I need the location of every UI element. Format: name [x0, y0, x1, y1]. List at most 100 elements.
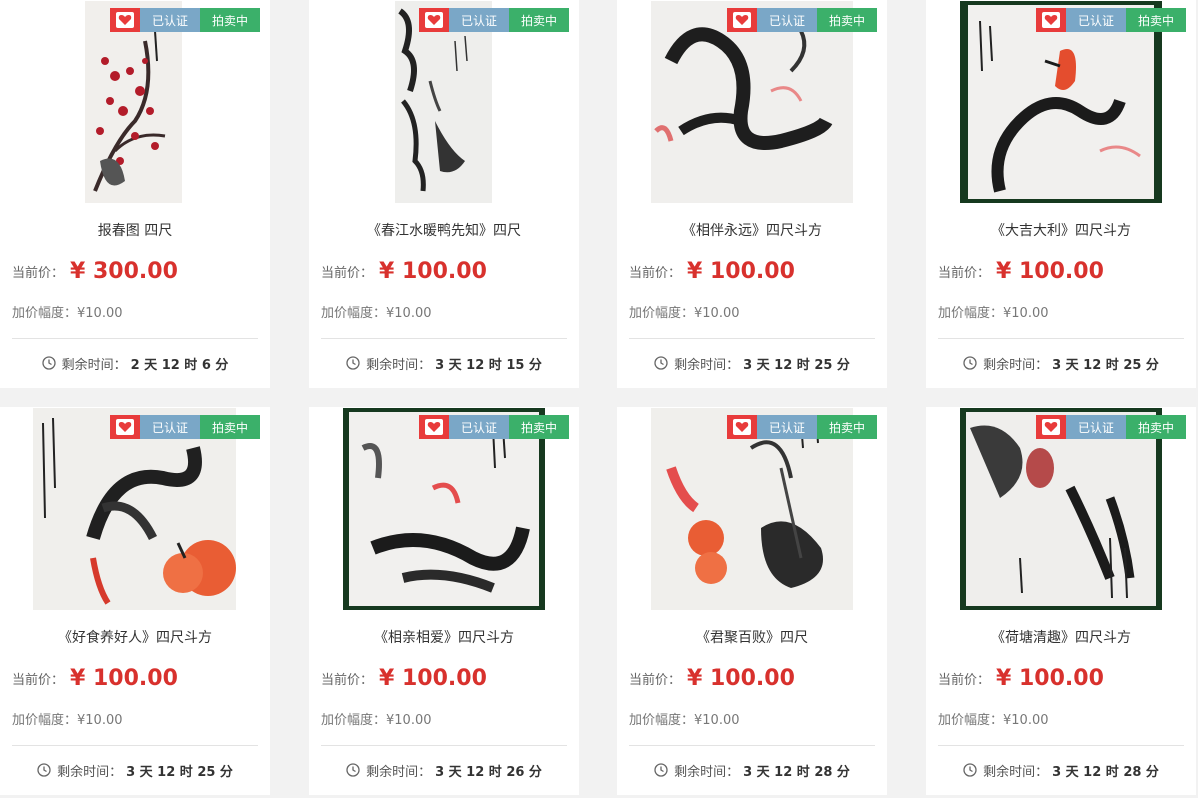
current-price: ¥ 100.00: [687, 258, 795, 284]
heart-icon[interactable]: [1036, 8, 1066, 32]
artwork-image-area[interactable]: 已认证 拍卖中: [0, 0, 270, 204]
divider: [321, 745, 567, 746]
badge-group: 已认证 拍卖中: [727, 415, 877, 439]
time-left-label: 剩余时间：: [61, 357, 127, 373]
artwork-image-area[interactable]: 已认证 拍卖中: [617, 407, 887, 611]
artwork-image-area[interactable]: 已认证 拍卖中: [617, 0, 887, 204]
current-price: ¥ 100.00: [70, 665, 178, 691]
certified-badge: 已认证: [1066, 415, 1126, 439]
time-left-value: 3 天 12 时 25 分: [1052, 357, 1159, 373]
time-left-row: 剩余时间： 2 天 12 时 6 分: [0, 353, 270, 373]
time-left-row: 剩余时间： 3 天 12 时 28 分: [926, 760, 1196, 780]
time-left-value: 3 天 12 时 25 分: [126, 764, 233, 780]
price-label: 当前价：: [629, 672, 682, 688]
time-left-label: 剩余时间：: [366, 764, 432, 780]
artwork-title[interactable]: 报春图 四尺: [0, 220, 270, 240]
clock-icon: [37, 763, 51, 777]
increment-label: 加价幅度：: [12, 713, 78, 728]
heart-icon[interactable]: [727, 415, 757, 439]
artwork-title[interactable]: 《相伴永远》四尺斗方: [617, 220, 887, 240]
auction-card[interactable]: 已认证 拍卖中 《好食养好人》四尺斗方 当前价： ¥ 100.00 加价幅度：¥…: [0, 407, 270, 795]
auctioning-badge: 拍卖中: [200, 415, 260, 439]
heart-icon[interactable]: [1036, 415, 1066, 439]
time-left-row: 剩余时间： 3 天 12 时 28 分: [617, 760, 887, 780]
auction-card[interactable]: 已认证 拍卖中 《相亲相爱》四尺斗方 当前价： ¥ 100.00 加价幅度：¥1…: [309, 407, 579, 795]
auction-card[interactable]: 已认证 拍卖中 《春江水暖鸭先知》四尺 当前价： ¥ 100.00 加价幅度：¥…: [309, 0, 579, 388]
divider: [12, 338, 258, 339]
clock-icon: [963, 763, 977, 777]
auction-card[interactable]: 已认证 拍卖中 《荷塘清趣》四尺斗方 当前价： ¥ 100.00 加价幅度：¥1…: [926, 407, 1196, 795]
current-price: ¥ 100.00: [687, 665, 795, 691]
heart-icon[interactable]: [110, 8, 140, 32]
increment-row: 加价幅度：¥10.00: [321, 709, 432, 728]
artwork-title[interactable]: 《春江水暖鸭先知》四尺: [309, 220, 579, 240]
price-label: 当前价：: [321, 672, 374, 688]
clock-icon: [654, 763, 668, 777]
artwork-image-area[interactable]: 已认证 拍卖中: [926, 407, 1196, 611]
price-label: 当前价：: [938, 672, 991, 688]
price-row: 当前价： ¥ 100.00: [629, 663, 795, 693]
auctioning-badge: 拍卖中: [509, 415, 569, 439]
current-price: ¥ 100.00: [379, 258, 487, 284]
increment-label: 加价幅度：: [321, 306, 387, 321]
auctioning-badge: 拍卖中: [817, 415, 877, 439]
time-left-value: 3 天 12 时 28 分: [743, 764, 850, 780]
increment-value: ¥10.00: [77, 713, 123, 728]
badge-group: 已认证 拍卖中: [1036, 415, 1186, 439]
heart-icon[interactable]: [727, 8, 757, 32]
certified-badge: 已认证: [757, 8, 817, 32]
auctioning-badge: 拍卖中: [200, 8, 260, 32]
certified-badge: 已认证: [140, 8, 200, 32]
auction-card[interactable]: 已认证 拍卖中 《君聚百败》四尺 当前价： ¥ 100.00 加价幅度：¥10.…: [617, 407, 887, 795]
artwork-title[interactable]: 《大吉大利》四尺斗方: [926, 220, 1196, 240]
increment-label: 加价幅度：: [938, 306, 1004, 321]
certified-badge: 已认证: [757, 415, 817, 439]
price-row: 当前价： ¥ 100.00: [12, 663, 178, 693]
increment-value: ¥10.00: [386, 306, 432, 321]
time-left-label: 剩余时间：: [674, 357, 740, 373]
badge-group: 已认证 拍卖中: [110, 8, 260, 32]
heart-icon[interactable]: [110, 415, 140, 439]
increment-row: 加价幅度：¥10.00: [938, 709, 1049, 728]
time-left-label: 剩余时间：: [983, 764, 1049, 780]
certified-badge: 已认证: [1066, 8, 1126, 32]
artwork-title[interactable]: 《荷塘清趣》四尺斗方: [926, 627, 1196, 647]
time-left-value: 3 天 12 时 28 分: [1052, 764, 1159, 780]
auctioning-badge: 拍卖中: [1126, 8, 1186, 32]
price-row: 当前价： ¥ 100.00: [321, 663, 487, 693]
time-left-value: 2 天 12 时 6 分: [130, 357, 229, 373]
badge-group: 已认证 拍卖中: [419, 415, 569, 439]
badge-group: 已认证 拍卖中: [419, 8, 569, 32]
increment-row: 加价幅度：¥10.00: [321, 302, 432, 321]
time-left-label: 剩余时间：: [366, 357, 432, 373]
artwork-title[interactable]: 《君聚百败》四尺: [617, 627, 887, 647]
artwork-image-area[interactable]: 已认证 拍卖中: [309, 407, 579, 611]
heart-icon[interactable]: [419, 415, 449, 439]
divider: [321, 338, 567, 339]
time-left-row: 剩余时间： 3 天 12 时 25 分: [926, 353, 1196, 373]
certified-badge: 已认证: [140, 415, 200, 439]
price-label: 当前价：: [12, 265, 65, 281]
increment-label: 加价幅度：: [629, 713, 695, 728]
current-price: ¥ 100.00: [996, 258, 1104, 284]
heart-icon[interactable]: [419, 8, 449, 32]
current-price: ¥ 100.00: [379, 665, 487, 691]
artwork-image-area[interactable]: 已认证 拍卖中: [926, 0, 1196, 204]
auction-card[interactable]: 已认证 拍卖中 《相伴永远》四尺斗方 当前价： ¥ 100.00 加价幅度：¥1…: [617, 0, 887, 388]
badge-group: 已认证 拍卖中: [727, 8, 877, 32]
artwork-title[interactable]: 《相亲相爱》四尺斗方: [309, 627, 579, 647]
auctioning-badge: 拍卖中: [1126, 415, 1186, 439]
increment-row: 加价幅度：¥10.00: [938, 302, 1049, 321]
artwork-title[interactable]: 《好食养好人》四尺斗方: [0, 627, 270, 647]
time-left-value: 3 天 12 时 25 分: [743, 357, 850, 373]
price-row: 当前价： ¥ 100.00: [938, 256, 1104, 286]
price-label: 当前价：: [321, 265, 374, 281]
auction-card[interactable]: 已认证 拍卖中 报春图 四尺 当前价： ¥ 300.00 加价幅度：¥10.00…: [0, 0, 270, 388]
auction-card[interactable]: 已认证 拍卖中 《大吉大利》四尺斗方 当前价： ¥ 100.00 加价幅度：¥1…: [926, 0, 1196, 388]
certified-badge: 已认证: [449, 415, 509, 439]
auction-grid: 已认证 拍卖中 报春图 四尺 当前价： ¥ 300.00 加价幅度：¥10.00…: [0, 0, 1198, 798]
artwork-image-area[interactable]: 已认证 拍卖中: [0, 407, 270, 611]
current-price: ¥ 300.00: [70, 258, 178, 284]
auctioning-badge: 拍卖中: [509, 8, 569, 32]
artwork-image-area[interactable]: 已认证 拍卖中: [309, 0, 579, 204]
